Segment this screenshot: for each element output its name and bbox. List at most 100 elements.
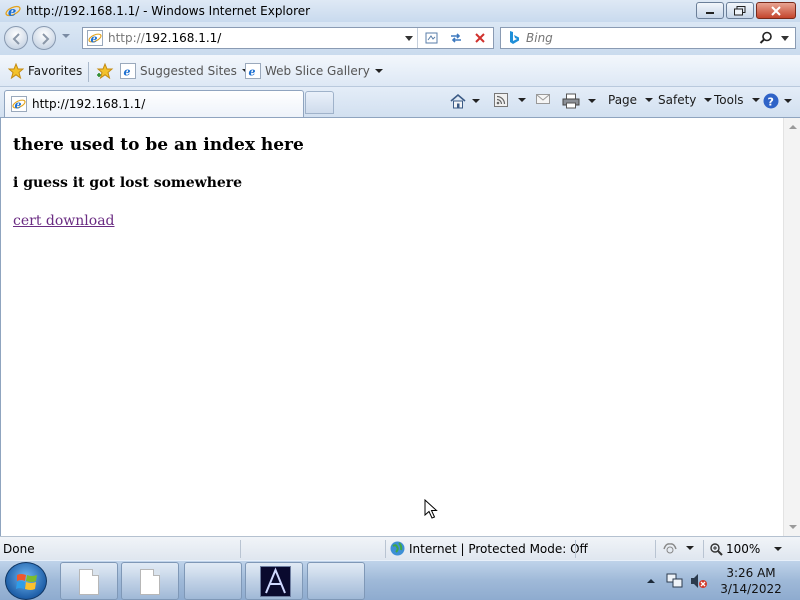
feeds-button[interactable]	[494, 93, 526, 107]
add-favorite-icon	[96, 63, 114, 79]
address-text[interactable]: http://192.168.1.1/	[108, 31, 221, 45]
help-button[interactable]: ?	[763, 93, 792, 109]
navigation-bar: e http://192.168.1.1/	[0, 22, 800, 55]
stop-button[interactable]	[471, 30, 489, 46]
windows-logo-icon	[16, 574, 37, 590]
chevron-down-icon	[645, 98, 654, 102]
vertical-scrollbar[interactable]	[783, 118, 800, 536]
suggested-sites-button[interactable]: e Suggested Sites	[120, 63, 250, 79]
cert-download-link[interactable]: cert download	[13, 213, 115, 229]
home-button[interactable]	[449, 93, 480, 109]
print-icon	[562, 93, 580, 109]
back-arrow-icon	[12, 33, 20, 45]
scroll-down-icon[interactable]	[789, 525, 797, 529]
address-bar[interactable]: e http://192.168.1.1/	[82, 27, 494, 49]
suggested-sites-label: Suggested Sites	[140, 64, 237, 78]
popup-blocker-button[interactable]	[662, 541, 694, 555]
compatibility-view-button[interactable]	[423, 30, 441, 46]
minimize-icon	[706, 11, 714, 14]
tools-menu-label: Tools	[714, 93, 744, 107]
feeds-icon	[494, 93, 508, 107]
favorites-label: Favorites	[28, 64, 83, 78]
taskbar-item-blank[interactable]	[184, 562, 242, 600]
search-box[interactable]	[500, 27, 796, 49]
chevron-down-icon	[686, 546, 694, 550]
taskbar-item-document-2[interactable]	[121, 562, 179, 600]
refresh-button[interactable]	[447, 30, 465, 46]
security-zone[interactable]: Internet | Protected Mode: Off	[390, 541, 588, 556]
start-button[interactable]	[5, 562, 47, 600]
zoom-level: 100%	[726, 542, 761, 556]
svg-text:?: ?	[768, 96, 774, 109]
search-icon[interactable]	[759, 31, 773, 45]
clock-date: 3/14/2022	[720, 582, 782, 596]
clock-time: 3:26 AM	[726, 566, 776, 580]
address-dropdown[interactable]	[405, 36, 413, 41]
show-hidden-icons-icon[interactable]	[646, 577, 656, 585]
forward-button[interactable]	[32, 26, 56, 50]
status-separator	[385, 540, 386, 558]
restore-icon	[734, 5, 746, 15]
window-controls	[694, 2, 796, 19]
globe-icon	[390, 541, 405, 556]
tab-page-icon: e	[11, 96, 27, 112]
status-separator	[575, 540, 576, 558]
address-separator	[417, 28, 418, 48]
volume-muted-icon[interactable]	[690, 573, 708, 589]
help-icon: ?	[763, 93, 779, 109]
favorites-button[interactable]: Favorites	[8, 63, 82, 79]
svg-text:e: e	[8, 5, 16, 19]
forward-arrow-icon	[42, 33, 50, 45]
network-icon[interactable]	[666, 573, 684, 589]
tools-menu[interactable]: Tools	[714, 93, 760, 107]
chevron-down-icon	[704, 98, 713, 102]
mouse-cursor-icon	[424, 499, 438, 519]
title-bar: e http://192.168.1.1/ - Windows Internet…	[0, 0, 800, 22]
back-button[interactable]	[4, 26, 28, 50]
tab-title: http://192.168.1.1/	[32, 97, 146, 111]
page-icon: e	[87, 30, 103, 46]
status-separator	[703, 540, 704, 558]
taskbar-item-app-a[interactable]	[245, 562, 303, 600]
url-scheme: http://	[108, 31, 145, 45]
new-tab-button[interactable]	[305, 91, 334, 114]
stop-icon	[475, 33, 485, 43]
document-icon	[79, 569, 99, 595]
taskbar-item-document-1[interactable]	[60, 562, 118, 600]
add-to-favorites-bar-button[interactable]	[96, 63, 114, 79]
page-content: there used to be an index here i guess i…	[0, 118, 783, 536]
read-mail-icon	[536, 94, 550, 104]
recent-pages-dropdown[interactable]	[62, 34, 70, 38]
chevron-down-icon	[374, 69, 383, 73]
minimize-button[interactable]	[696, 2, 724, 19]
system-clock[interactable]: 3:26 AM 3/14/2022	[716, 565, 786, 597]
tab-current[interactable]: e http://192.168.1.1/	[4, 90, 304, 117]
favorites-star-icon	[8, 63, 24, 79]
svg-text:e: e	[249, 66, 256, 79]
favorites-separator	[88, 62, 89, 82]
url-host: 192.168.1.1/	[144, 31, 222, 45]
search-options-dropdown[interactable]	[781, 36, 789, 41]
svg-text:e: e	[91, 33, 98, 46]
taskbar-item-blank-2[interactable]	[307, 562, 365, 600]
safety-menu[interactable]: Safety	[658, 93, 713, 107]
favorites-bar: Favorites e Suggested Sites e Web Slice …	[0, 55, 800, 87]
page-menu-label: Page	[608, 93, 638, 107]
page-heading: there used to be an index here	[13, 135, 304, 155]
restore-button[interactable]	[726, 2, 754, 19]
status-bar: Done Internet | Protected Mode: Off 100%	[0, 536, 800, 560]
letter-a-app-icon	[260, 566, 291, 597]
scroll-up-icon[interactable]	[789, 125, 797, 129]
chevron-down-icon	[751, 98, 760, 102]
zoom-button[interactable]: 100%	[710, 542, 783, 556]
security-zone-label: Internet | Protected Mode: Off	[409, 541, 588, 556]
compatibility-view-icon	[425, 32, 438, 44]
print-button[interactable]	[562, 93, 596, 109]
page-menu[interactable]: Page	[608, 93, 654, 107]
bing-icon	[510, 31, 519, 44]
close-button[interactable]	[756, 2, 796, 19]
popup-blocker-icon	[663, 543, 677, 554]
read-mail-button[interactable]	[536, 93, 550, 105]
search-input[interactable]	[526, 31, 746, 45]
web-slice-gallery-button[interactable]: e Web Slice Gallery	[245, 63, 383, 79]
